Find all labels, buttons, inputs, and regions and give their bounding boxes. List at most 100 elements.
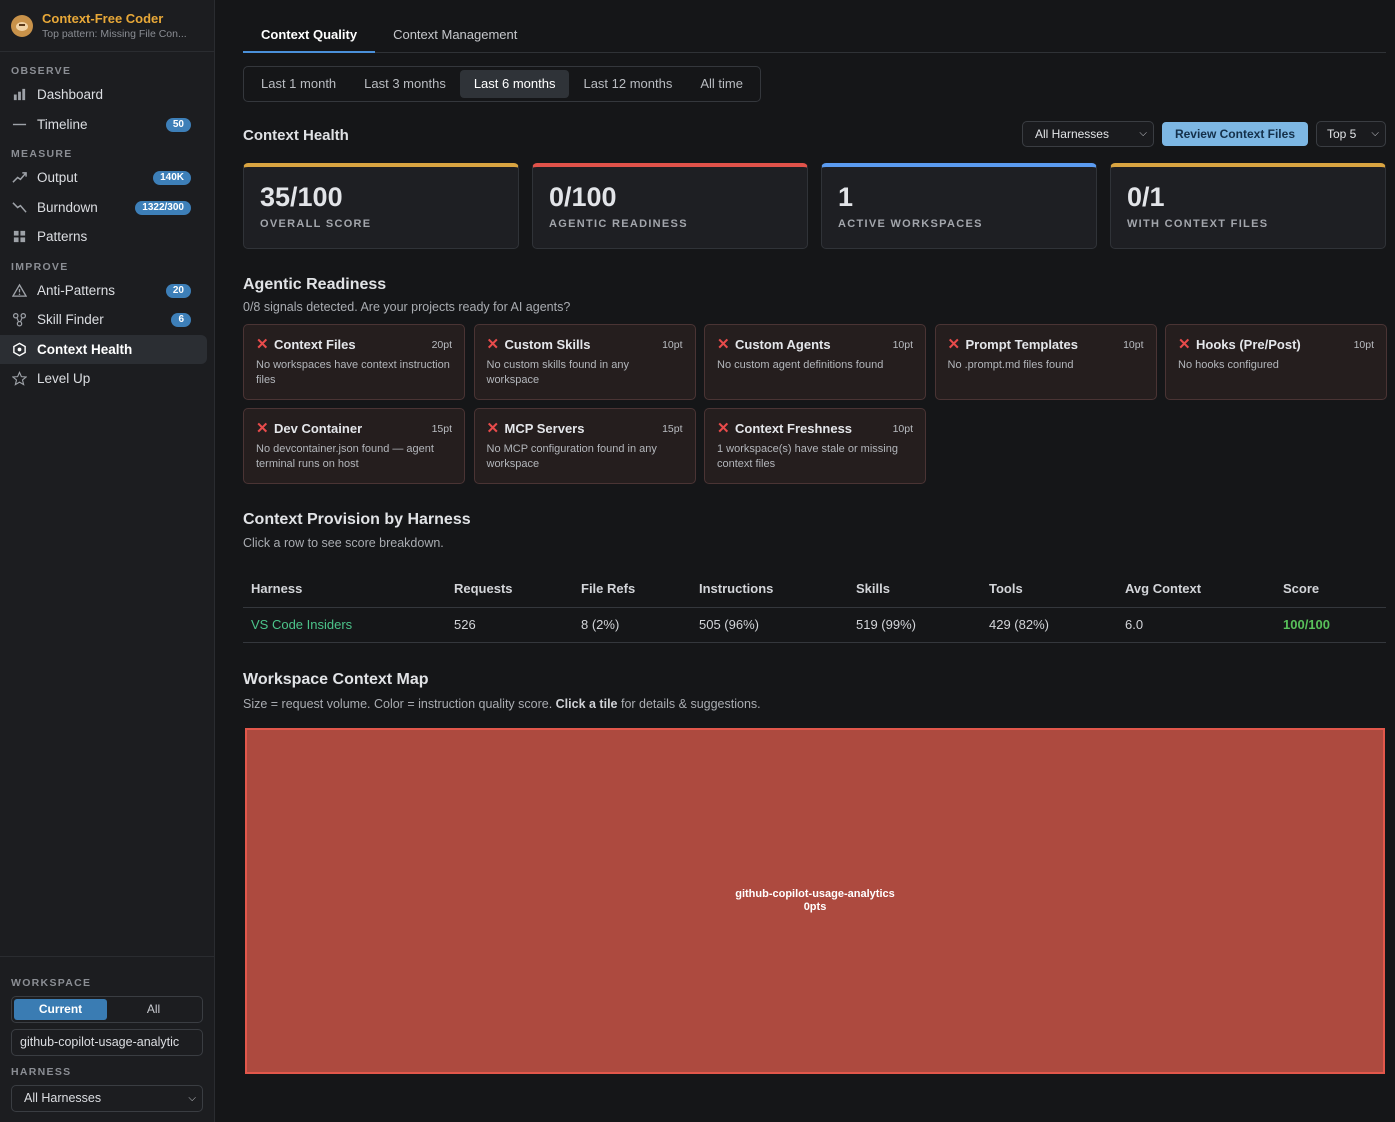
- signal-desc: 1 workspace(s) have stale or missing con…: [717, 443, 898, 470]
- signal-points: 20pt: [431, 339, 452, 351]
- signal-card[interactable]: ✕ Hooks (Pre/Post) 10pt No hooks configu…: [1165, 324, 1387, 400]
- range-all-time[interactable]: All time: [686, 70, 757, 98]
- range-last-6-months[interactable]: Last 6 months: [459, 70, 570, 98]
- harness-name-cell[interactable]: VS Code Insiders: [243, 607, 446, 643]
- column-header[interactable]: Requests: [446, 570, 573, 608]
- chevron-down-icon: ⌵: [188, 1093, 196, 1104]
- x-icon: ✕: [947, 336, 961, 353]
- sidebar-item-timeline[interactable]: Timeline 50: [0, 110, 207, 140]
- sidebar-item-anti-patterns[interactable]: Anti-Patterns 20: [0, 276, 207, 306]
- column-header[interactable]: Skills: [848, 570, 981, 608]
- sidebar-item-skill-finder[interactable]: Skill Finder 6: [0, 305, 207, 335]
- sidebar-item-label: Output: [37, 170, 78, 186]
- table-row[interactable]: VS Code Insiders 526 8 (2%) 505 (96%) 51…: [243, 607, 1386, 643]
- file-refs-cell: 8 (2%): [573, 607, 691, 643]
- health-controls: All Harnesses ⌵ Review Context Files Top…: [1021, 121, 1386, 147]
- signal-points: 15pt: [662, 423, 683, 435]
- agentic-readiness-value: 0/100: [549, 182, 617, 212]
- improve-section-label: IMPROVE: [11, 260, 69, 273]
- top-n-select[interactable]: Top 5 ⌵: [1316, 121, 1386, 147]
- column-header[interactable]: File Refs: [573, 570, 691, 608]
- line-dash-icon: [11, 116, 27, 132]
- time-range-selector: Last 1 month Last 3 months Last 6 months…: [243, 66, 761, 102]
- observe-section-label: OBSERVE: [11, 65, 72, 77]
- review-context-files-button[interactable]: Review Context Files: [1161, 122, 1308, 146]
- sidebar-item-burndown[interactable]: Burndown 1322/300: [0, 193, 207, 223]
- range-last-1-month[interactable]: Last 1 month: [247, 70, 350, 98]
- tab-context-quality[interactable]: Context Quality: [243, 18, 376, 53]
- main-content: Context Quality Context Management Last …: [243, 0, 1387, 1074]
- range-last-12-months[interactable]: Last 12 months: [569, 70, 686, 98]
- signal-title: Prompt Templates: [965, 337, 1078, 352]
- signal-card[interactable]: ✕ Context Freshness 10pt 1 workspace(s) …: [704, 408, 926, 484]
- sidebar-item-level-up[interactable]: Level Up: [0, 364, 207, 394]
- sidebar-item-output[interactable]: Output 140K: [0, 163, 207, 193]
- workspace-current-button[interactable]: Current: [14, 999, 107, 1020]
- instructions-cell: 505 (96%): [691, 607, 848, 643]
- tile-score: 0pts: [803, 900, 827, 913]
- workspace-name-field[interactable]: github-copilot-usage-analytic: [11, 1029, 203, 1056]
- top-n-value: Top 5: [1327, 127, 1357, 141]
- range-last-3-months[interactable]: Last 3 months: [350, 70, 460, 98]
- anti-patterns-count-badge: 20: [165, 283, 191, 298]
- workspace-scope-toggle: Current All: [11, 996, 203, 1023]
- harness-select[interactable]: All Harnesses ⌵: [11, 1085, 203, 1112]
- workspace-label: WORKSPACE: [11, 977, 92, 989]
- signal-points: 10pt: [892, 423, 913, 435]
- sidebar-item-dashboard[interactable]: Dashboard: [0, 80, 207, 110]
- sidebar-item-label: Level Up: [37, 371, 91, 387]
- workspace-treemap-tile[interactable]: github-copilot-usage-analytics 0pts: [245, 727, 1385, 1074]
- brand-header[interactable]: Context-Free Coder Top pattern: Missing …: [0, 0, 214, 52]
- grid-icon: [11, 229, 27, 245]
- x-icon: ✕: [717, 420, 730, 437]
- map-desc-text-end: for details & suggestions.: [617, 696, 761, 711]
- map-desc-text: Size = request volume. Color = instructi…: [243, 696, 556, 711]
- signal-title: Context Files: [274, 337, 356, 352]
- overall-score-card: 35/100 OVERALL SCORE: [243, 163, 519, 249]
- signal-desc: No custom agent definitions found: [717, 359, 884, 371]
- signal-card[interactable]: ✕ Dev Container 15pt No devcontainer.jso…: [243, 408, 465, 484]
- sidebar-item-patterns[interactable]: Patterns: [0, 222, 207, 252]
- workspace-map-title: Workspace Context Map: [243, 670, 429, 688]
- signal-card[interactable]: ✕ Custom Skills 10pt No custom skills fo…: [473, 324, 696, 400]
- signal-title: Context Freshness: [735, 421, 853, 436]
- agentic-readiness-desc: 0/8 signals detected. Are your projects …: [243, 300, 571, 314]
- provision-desc: Click a row to see score breakdown.: [243, 536, 444, 550]
- burndown-count-badge: 1322/300: [135, 200, 191, 215]
- signal-desc: No hooks configured: [1178, 359, 1279, 371]
- top-pattern-subtitle: Top pattern: Missing File Con...: [42, 27, 187, 40]
- sidebar: Context-Free Coder Top pattern: Missing …: [0, 0, 215, 1122]
- column-header[interactable]: Harness: [243, 570, 446, 608]
- x-icon: ✕: [486, 336, 500, 353]
- tab-context-management[interactable]: Context Management: [375, 18, 535, 53]
- workspace-all-button[interactable]: All: [107, 999, 200, 1020]
- chevron-down-icon: ⌵: [1139, 128, 1147, 139]
- map-desc-bold: Click a tile: [555, 696, 618, 711]
- signal-card[interactable]: ✕ Prompt Templates 10pt No .prompt.md fi…: [934, 324, 1157, 400]
- column-header[interactable]: Score: [1275, 570, 1386, 608]
- skills-cell: 519 (99%): [848, 607, 981, 643]
- hexagon-icon: [11, 341, 27, 357]
- signal-title: Custom Skills: [504, 337, 591, 352]
- tools-cell: 429 (82%): [981, 607, 1117, 643]
- signal-card[interactable]: ✕ Context Files 20pt No workspaces have …: [243, 324, 465, 400]
- signal-card[interactable]: ✕ Custom Agents 10pt No custom agent def…: [704, 324, 926, 400]
- score-cards: 35/100 OVERALL SCORE 0/100 AGENTIC READI…: [243, 163, 1386, 249]
- signal-desc: No .prompt.md files found: [947, 359, 1074, 371]
- tile-workspace-name: github-copilot-usage-analytics: [735, 887, 895, 900]
- column-header[interactable]: Avg Context: [1117, 570, 1275, 608]
- signal-points: 10pt: [1123, 339, 1144, 351]
- column-header[interactable]: Tools: [981, 570, 1117, 608]
- column-header[interactable]: Instructions: [691, 570, 848, 608]
- harness-filter-value: All Harnesses: [1034, 127, 1109, 141]
- signal-card[interactable]: ✕ MCP Servers 15pt No MCP configuration …: [473, 408, 696, 484]
- overall-score-value: 35/100: [260, 182, 343, 212]
- harness-label: HARNESS: [11, 1066, 72, 1078]
- signal-points: 10pt: [662, 339, 683, 351]
- harness-filter-select[interactable]: All Harnesses ⌵: [1021, 121, 1154, 147]
- readiness-signals: ✕ Context Files 20pt No workspaces have …: [243, 324, 1387, 484]
- context-files-card: 0/1 WITH CONTEXT FILES: [1110, 163, 1386, 249]
- sidebar-item-label: Anti-Patterns: [37, 282, 116, 298]
- context-health-header: Context Health All Harnesses ⌵ Review Co…: [243, 102, 1386, 154]
- sidebar-item-context-health[interactable]: Context Health: [0, 334, 207, 364]
